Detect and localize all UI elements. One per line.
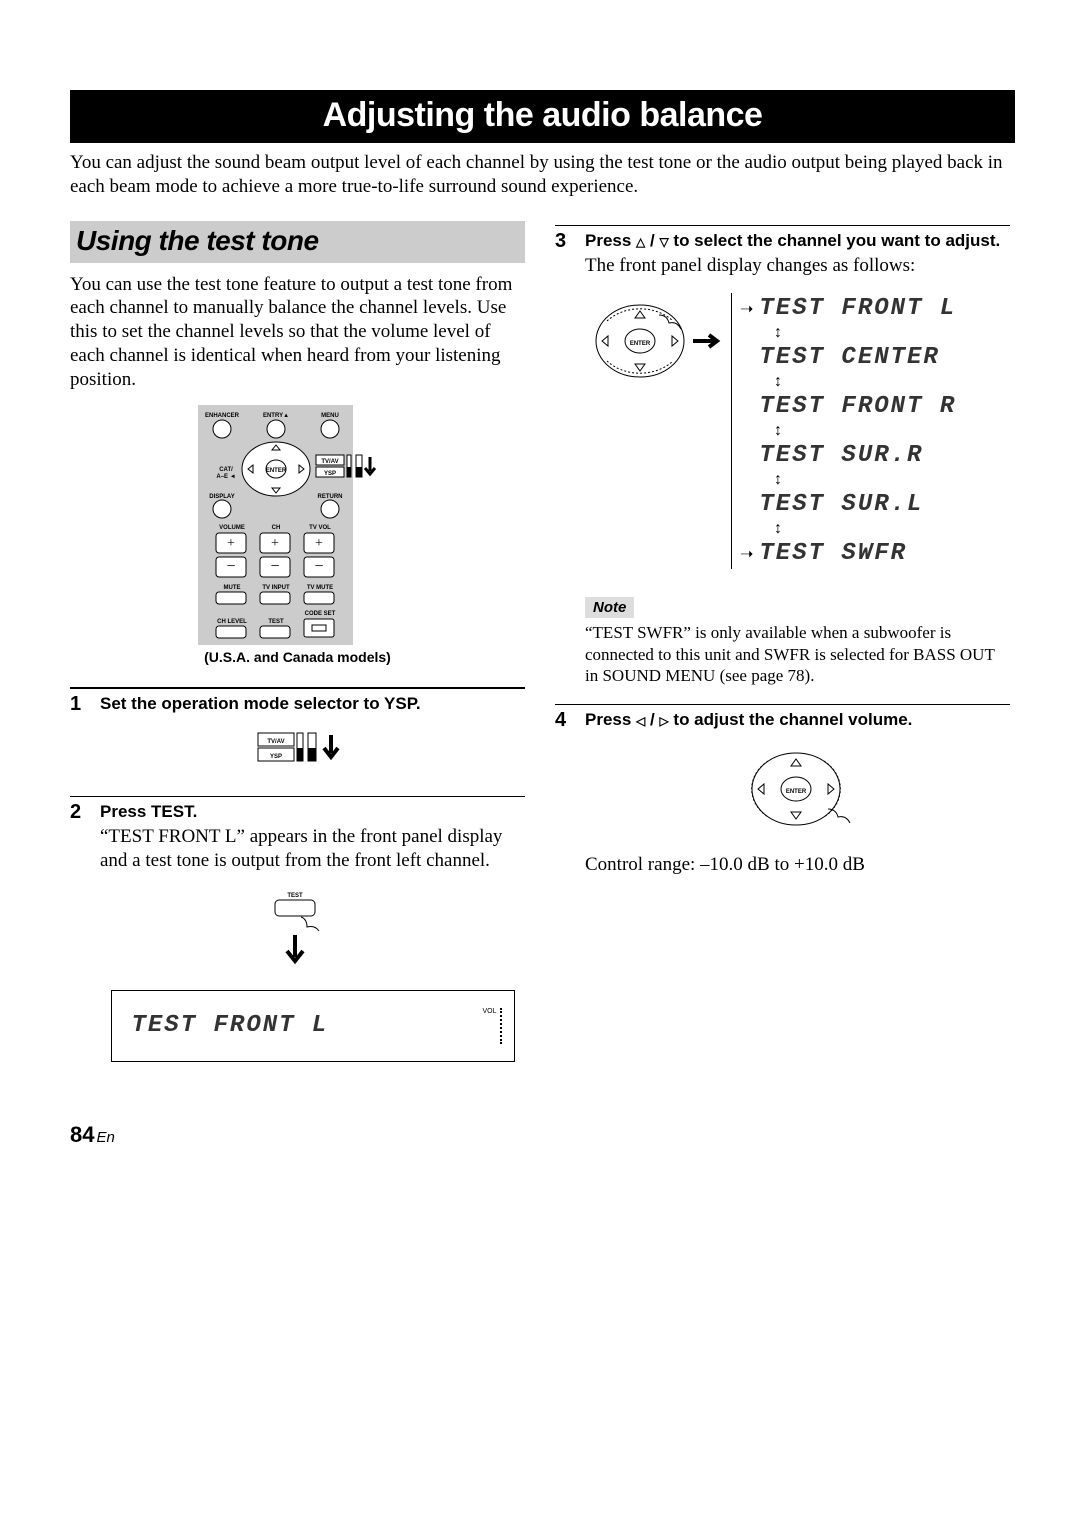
page-lang: En <box>96 1129 114 1146</box>
control-range: Control range: –10.0 dB to +10.0 dB <box>585 853 1010 877</box>
step-3-heading: Press △ / ▽ to select the channel you wa… <box>585 230 1010 252</box>
two-columns: Using the test tone You can use the test… <box>70 221 1015 1062</box>
step-1: 1 Set the operation mode selector to YSP… <box>70 693 525 778</box>
step-number: 4 <box>555 709 575 877</box>
svg-text:ENTER: ENTER <box>630 341 651 347</box>
svg-text:−: − <box>226 558 235 575</box>
dpad-leftright-illustration: ENTER <box>738 743 858 843</box>
svg-text:VOLUME: VOLUME <box>219 525 245 531</box>
testtone-intro: You can use the test tone feature to out… <box>70 273 525 392</box>
svg-text:ENTER: ENTER <box>785 789 806 795</box>
step-2: 2 Press TEST. “TEST FRONT L” appears in … <box>70 801 525 1062</box>
step-3: 3 Press △ / ▽ to select the channel you … <box>555 230 1010 687</box>
page-number: 84 <box>70 1122 94 1147</box>
intro-text: You can adjust the sound beam output lev… <box>70 151 1015 199</box>
svg-text:+: + <box>271 536 279 551</box>
step-4-heading: Press ◁ / ▷ to adjust the channel volume… <box>585 709 1010 731</box>
svg-text:DISPLAY: DISPLAY <box>209 494 234 500</box>
svg-text:TV VOL: TV VOL <box>309 525 331 531</box>
divider <box>70 687 525 689</box>
svg-text:−: − <box>270 558 279 575</box>
divider <box>555 225 1010 226</box>
step-number: 2 <box>70 801 90 1062</box>
chapter-banner: Adjusting the audio balance <box>70 90 1015 143</box>
svg-text:YSP: YSP <box>269 754 281 760</box>
remote-caption: (U.S.A. and Canada models) <box>70 649 525 665</box>
channel-sequence: ➝TEST FRONT L ↕ ➝TEST CENTER ↕ ➝TEST FRO… <box>731 293 956 569</box>
display-text: TEST FRONT L <box>132 1012 329 1039</box>
svg-text:−: − <box>314 558 323 575</box>
svg-text:ENTRY▲: ENTRY▲ <box>262 413 288 419</box>
page-footer: 84En <box>70 1122 1015 1148</box>
remote-illustration: ENHANCER ENTRY▲ MENU ENTER CAT/A–E ◄ TV/… <box>198 405 398 645</box>
step-2-heading: Press TEST. <box>100 801 525 823</box>
svg-text:TV INPUT: TV INPUT <box>262 585 290 591</box>
svg-text:TV/AV: TV/AV <box>267 739 284 745</box>
svg-text:TV MUTE: TV MUTE <box>306 585 332 591</box>
note-label: Note <box>585 597 634 618</box>
step-2-body: “TEST FRONT L” appears in the front pane… <box>100 825 525 873</box>
svg-text:TEST: TEST <box>268 619 284 625</box>
svg-text:+: + <box>315 536 323 551</box>
divider <box>555 704 1010 705</box>
svg-text:TV/AV: TV/AV <box>321 459 338 465</box>
left-column: Using the test tone You can use the test… <box>70 221 525 1062</box>
step-number: 1 <box>70 693 90 778</box>
svg-text:TEST: TEST <box>287 893 303 899</box>
svg-text:CODE SET: CODE SET <box>304 611 335 617</box>
svg-text:CH: CH <box>271 525 280 531</box>
divider <box>70 796 525 797</box>
note-text: “TEST SWFR” is only available when a sub… <box>585 622 1010 686</box>
svg-text:MENU: MENU <box>321 413 339 419</box>
right-column: 3 Press △ / ▽ to select the channel you … <box>555 221 1010 1062</box>
selector-illustration: TV/AV YSP <box>253 723 373 778</box>
step-number: 3 <box>555 230 575 687</box>
step-4: 4 Press ◁ / ▷ to adjust the channel volu… <box>555 709 1010 877</box>
vol-indicator: VOL <box>482 1008 501 1044</box>
section-title: Using the test tone <box>70 221 525 263</box>
svg-text:ENTER: ENTER <box>265 468 286 474</box>
front-panel-display: TEST FRONT L VOL <box>111 990 515 1062</box>
svg-text:YSP: YSP <box>323 471 335 477</box>
step-1-heading: Set the operation mode selector to YSP. <box>100 693 525 715</box>
dpad-updown-illustration: ENTER <box>585 293 725 393</box>
svg-text:ENHANCER: ENHANCER <box>204 413 239 419</box>
svg-text:CAT/A–E ◄: CAT/A–E ◄ <box>216 467 235 480</box>
svg-text:MUTE: MUTE <box>223 585 240 591</box>
svg-text:+: + <box>227 536 235 551</box>
page: Adjusting the audio balance You can adju… <box>0 0 1080 1178</box>
svg-text:RETURN: RETURN <box>317 494 342 500</box>
step-3-body: The front panel display changes as follo… <box>585 254 1010 278</box>
svg-text:CH LEVEL: CH LEVEL <box>217 619 247 625</box>
test-button-illustration: TEST <box>253 887 373 982</box>
